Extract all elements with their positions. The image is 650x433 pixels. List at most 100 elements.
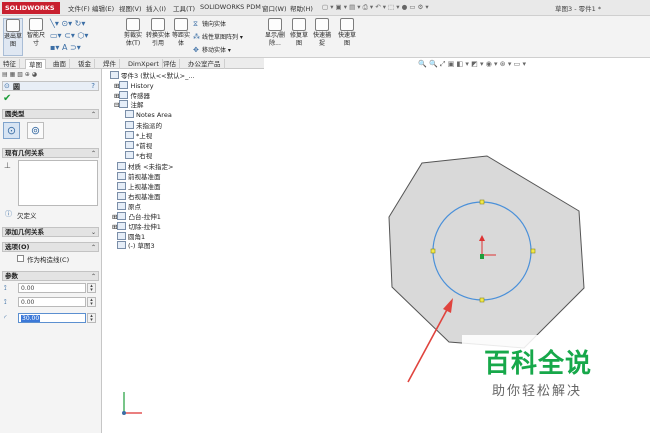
watermark: 百科全说 助你轻松解决 <box>462 335 630 415</box>
exit-sketch-button[interactable]: 退出草图 <box>3 18 23 56</box>
tree-item-boss-extrude[interactable]: ⊞ 凸台-拉伸1 <box>112 211 161 221</box>
sketch-tools-group[interactable]: ╲▾ ⊙▾ ↻▾ ▭▾ ⊂▾ ⬡▾ ▪▾ A ⊃▾ <box>50 18 110 54</box>
center-x-spinner[interactable]: ▴ ▾ <box>87 283 96 293</box>
tree-item-top-view[interactable]: *上视 <box>125 130 152 140</box>
tree-item-sketch3[interactable]: (-) 草图3 <box>117 240 155 250</box>
pm-title: 圆 <box>13 83 20 91</box>
feature-tree-icon[interactable]: ▤ <box>2 71 8 78</box>
tab-sheet-metal[interactable]: 钣金 <box>75 59 95 69</box>
sketch-icon <box>117 241 126 249</box>
circle-quadrant-point[interactable] <box>430 248 436 254</box>
rapid-sketch-button[interactable]: 快速草图 <box>336 18 358 56</box>
linear-pattern-button[interactable]: ⁂ 线性草图阵列 ▾ <box>193 32 243 41</box>
origin-icon <box>117 202 126 210</box>
watermark-title: 百科全说 <box>484 349 593 379</box>
tree-root[interactable]: 零件3 (默认<<默认>_... <box>110 70 195 80</box>
heads-up-view-toolbar[interactable]: 🔍 🔍 ⤢ ▣ ◧ ▾ ◩ ▾ ◉ ▾ ⊛ ▾ ▭ ▾ <box>418 60 526 69</box>
menu-edit[interactable]: 编辑(E) <box>92 3 114 13</box>
tree-item-top-plane[interactable]: 上视基准面 <box>117 181 161 191</box>
display-delete-relations-button[interactable]: 显示/删除... <box>262 18 288 56</box>
line-arc-tools[interactable]: ╲▾ ⊙▾ ↻▾ <box>50 18 110 30</box>
tree-item-origin[interactable]: 原点 <box>117 201 141 211</box>
tab-office-products[interactable]: 办公室产品 <box>185 59 225 69</box>
menu-view[interactable]: 视图(V) <box>119 3 142 13</box>
quick-snaps-button[interactable]: 快速捕捉 <box>311 18 333 56</box>
under-defined-label: 欠定义 <box>17 212 37 220</box>
relations-list[interactable] <box>18 160 98 206</box>
annotations-icon <box>119 100 129 108</box>
panel-toolbar[interactable]: ▤ ▦ ▧ ⊕ ◕ <box>2 70 99 79</box>
tree-item-history[interactable]: ⊞ History <box>114 81 154 90</box>
tree-item-unassigned[interactable]: 未指派的 <box>125 120 162 130</box>
circle-quadrant-point[interactable] <box>530 248 536 254</box>
tree-item-front-plane[interactable]: 前视基准面 <box>117 171 161 181</box>
menu-help[interactable]: 帮助(H) <box>290 3 313 13</box>
construction-checkbox[interactable] <box>17 255 24 262</box>
center-circle-button[interactable]: ⊙ <box>3 122 20 139</box>
solidworks-logo[interactable]: SOLIDWORKS <box>2 2 60 14</box>
menu-tools[interactable]: 工具(T) <box>173 3 195 13</box>
collapse-icon: ⌃ <box>90 244 96 251</box>
appearance-icon[interactable]: ◕ <box>32 71 37 78</box>
tree-item-notes-area[interactable]: Notes Area <box>125 110 172 119</box>
convert-entities-button[interactable]: 转换实体引用 <box>146 18 170 56</box>
tab-evaluate[interactable]: 评估 <box>160 59 180 69</box>
trim-entities-button[interactable]: 剪裁实体(T) <box>122 18 144 56</box>
material-icon <box>117 162 126 170</box>
offset-icon <box>174 18 188 31</box>
tab-sketch[interactable]: 草图 <box>25 59 46 69</box>
smart-dimension-button[interactable]: 智能尺寸 <box>25 18 47 56</box>
feature-tree: 零件3 (默认<<默认>_... ⊞ History ⊞ 传感器 ⊟ 注解 Notes… <box>110 70 220 250</box>
tab-features[interactable]: 特征 <box>0 59 20 69</box>
menu-insert[interactable]: 插入(I) <box>146 3 166 13</box>
tree-item-right-plane[interactable]: 右视基准面 <box>117 191 161 201</box>
plane-icon <box>117 192 126 200</box>
center-y-input[interactable]: 0.00 <box>18 297 86 307</box>
collapse-icon: ⌃ <box>90 111 96 118</box>
center-x-icon: ⟟ <box>4 284 7 292</box>
tab-dimxpert[interactable]: DimXpert <box>125 59 163 69</box>
tree-item-annotations[interactable]: ⊟ 注解 <box>114 99 143 109</box>
tree-item-cut-extrude[interactable]: ⊞ 切除-拉伸1 <box>112 221 161 231</box>
options-header[interactable]: 选项(O) ⌃ <box>2 242 99 252</box>
quick-access-toolbar[interactable]: ▢ ▾ ▣ ▾ ▤ ▾ ⎙ ▾ ↶ ▾ ⬚ ▾ ● ▭ ⚙ ▾ <box>322 3 429 12</box>
existing-relations-header[interactable]: 现有几何关系 ⌃ <box>2 148 99 158</box>
repair-icon <box>292 18 306 31</box>
circle-type-header[interactable]: 圆类型 ⌃ <box>2 109 99 119</box>
radius-input[interactable]: 30.00 <box>18 313 86 323</box>
circle-quadrant-point[interactable] <box>479 199 485 205</box>
help-icon[interactable]: ? <box>91 82 95 90</box>
repair-sketch-button[interactable]: 修复草图 <box>289 18 309 56</box>
mirror-entities-button[interactable]: ⧖ 镜向实体 <box>193 19 226 29</box>
command-manager: 退出草图 智能尺寸 ╲▾ ⊙▾ ↻▾ ▭▾ ⊂▾ ⬡▾ ▪▾ A ⊃▾ 剪裁实体… <box>0 16 650 58</box>
menu-file[interactable]: 文件(F) <box>68 3 90 13</box>
rectangle-slot-tools[interactable]: ▭▾ ⊂▾ ⬡▾ <box>50 30 110 42</box>
tab-surfaces[interactable]: 曲面 <box>50 59 70 69</box>
radius-spinner[interactable]: ▴ ▾ <box>87 313 96 323</box>
circle-quadrant-point[interactable] <box>479 297 485 303</box>
center-y-icon: ⟟ <box>4 298 7 306</box>
menu-window[interactable]: 窗口(W) <box>262 3 287 13</box>
point-text-tools[interactable]: ▪▾ A ⊃▾ <box>50 42 110 54</box>
offset-entities-button[interactable]: 等距实体 <box>171 18 191 56</box>
tree-item-right-view[interactable]: *右视 <box>125 150 152 160</box>
parameters-header[interactable]: 参数 ⌃ <box>2 271 99 281</box>
config-manager-icon[interactable]: ▧ <box>17 71 23 78</box>
add-relations-header[interactable]: 添加几何关系 ⌄ <box>2 227 99 237</box>
command-tabs: 特征 草图 曲面 钣金 焊件 DimXpert 评估 办公室产品 <box>0 58 264 69</box>
quick-snaps-icon <box>315 18 329 31</box>
hexagon-face[interactable] <box>388 155 585 349</box>
perimeter-circle-button[interactable]: ⊚ <box>27 122 44 139</box>
property-manager-icon[interactable]: ▦ <box>10 71 16 78</box>
menu-pdm[interactable]: SOLIDWORKS PDM <box>200 3 261 11</box>
fillet-icon <box>117 232 126 240</box>
dimxpert-icon[interactable]: ⊕ <box>25 71 30 78</box>
tree-item-material[interactable]: 材质 <未指定> <box>117 161 173 171</box>
rapid-sketch-icon <box>340 18 354 31</box>
move-entities-button[interactable]: ✥ 移动实体 ▾ <box>193 45 231 54</box>
center-y-spinner[interactable]: ▴ ▾ <box>87 297 96 307</box>
center-x-input[interactable]: 0.00 <box>18 283 86 293</box>
tree-item-front-view[interactable]: *前视 <box>125 140 152 150</box>
ok-check-icon[interactable]: ✔ <box>3 93 11 105</box>
tab-weldments[interactable]: 焊件 <box>100 59 120 69</box>
